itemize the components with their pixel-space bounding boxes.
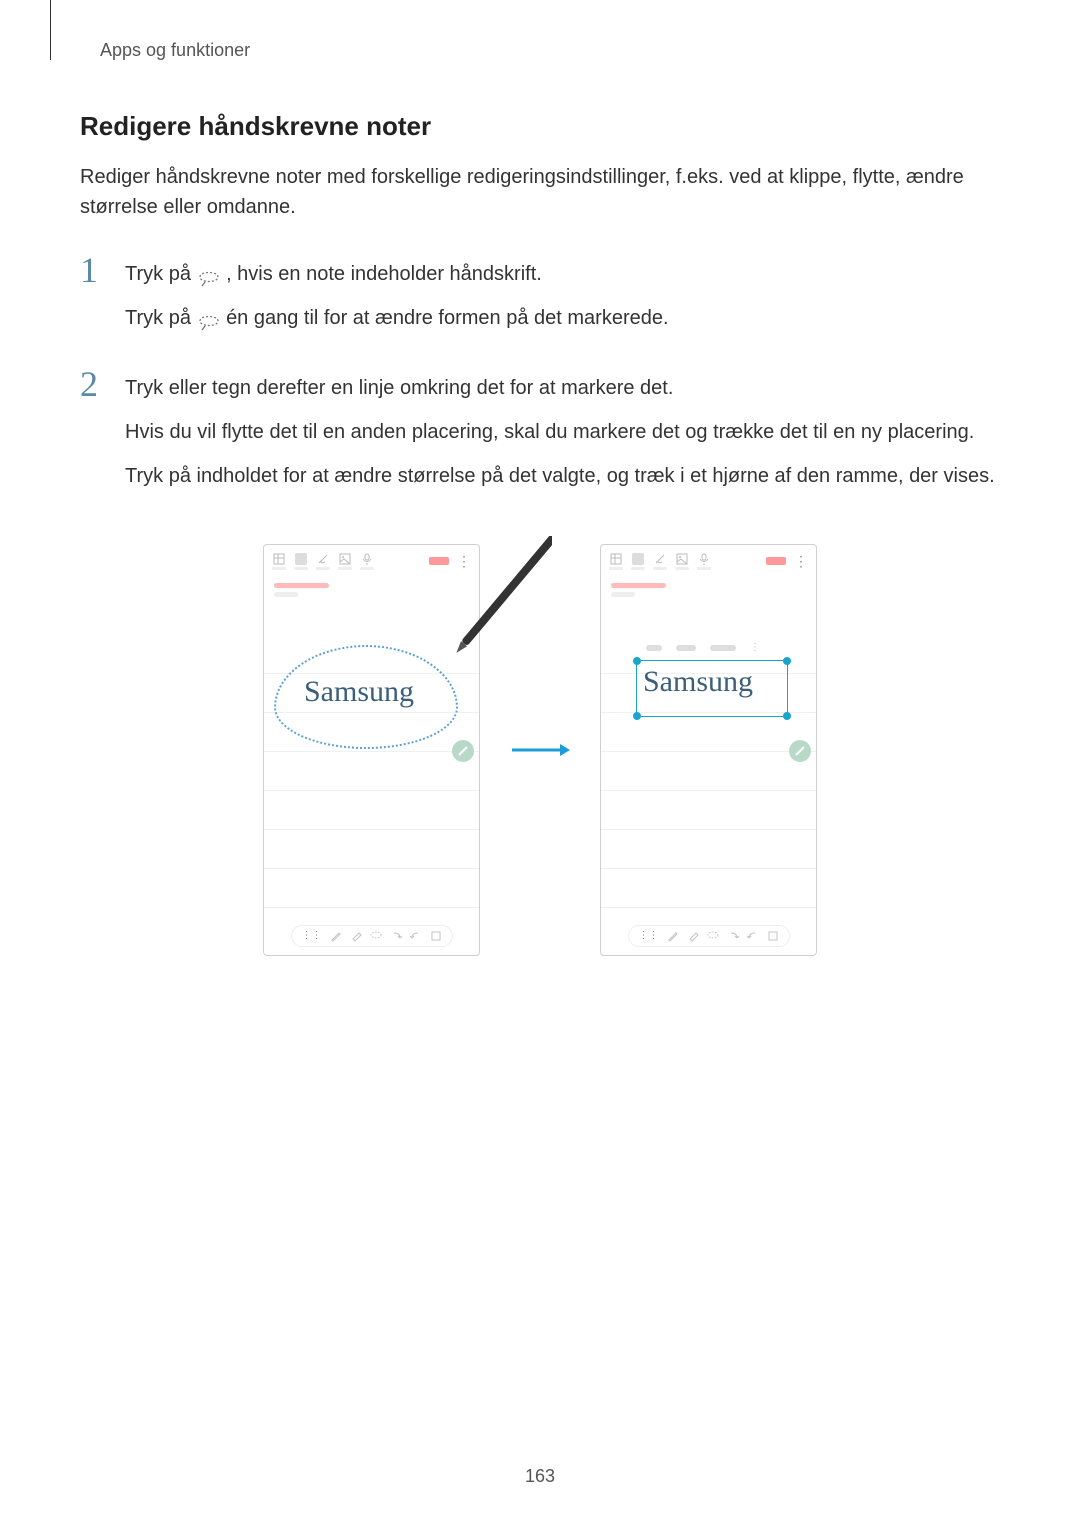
keypad-icon	[272, 553, 286, 570]
step-number: 2	[80, 366, 120, 402]
step-line: Tryk på indholdet for at ændre størrelse…	[125, 460, 1000, 492]
context-menu-item	[646, 645, 662, 651]
fullscreen-icon	[430, 930, 442, 942]
screen-wrapper-left: ⋮ Samsung ⋮⋮	[263, 544, 480, 956]
edit-fab	[789, 740, 811, 762]
page-number: 163	[0, 1466, 1080, 1487]
header-rule	[50, 0, 51, 60]
drag-handle-icon: ⋮⋮	[639, 931, 659, 941]
redo-icon	[747, 930, 759, 942]
text-fragment: Tryk på	[125, 307, 197, 329]
save-button	[429, 557, 449, 565]
context-menu-item	[676, 645, 696, 651]
category-bar	[274, 583, 329, 588]
brush-icon	[316, 553, 330, 570]
illustration-row: ⋮ Samsung ⋮⋮	[80, 544, 1000, 956]
redo-icon	[410, 930, 422, 942]
step-body: Tryk på , hvis en note indeholder håndsk…	[125, 252, 1000, 346]
title-placeholder	[274, 592, 298, 597]
brush-icon	[653, 553, 667, 570]
lasso-tool-icon	[370, 930, 382, 942]
title-placeholder	[611, 592, 635, 597]
bottom-toolbar: ⋮⋮	[628, 925, 790, 947]
note-screen-after: ⋮ ⋮ Samsung ⋮⋮	[600, 544, 817, 956]
keypad-icon	[609, 553, 623, 570]
bottom-toolbar: ⋮⋮	[291, 925, 453, 947]
eraser-icon	[687, 930, 699, 942]
context-more-icon: ⋮	[750, 642, 760, 653]
step-2: 2 Tryk eller tegn derefter en linje omkr…	[80, 366, 1000, 504]
step-line: Tryk eller tegn derefter en linje omkrin…	[125, 372, 1000, 404]
step-number: 1	[80, 252, 120, 288]
mic-icon	[697, 553, 711, 570]
context-menu-item	[710, 645, 736, 651]
arrow-right-icon	[510, 740, 570, 760]
step-line: Hvis du vil flytte det til en anden plac…	[125, 416, 1000, 448]
image-icon	[338, 553, 352, 570]
lasso-select-icon	[197, 309, 221, 329]
topbar: ⋮	[601, 545, 816, 577]
drag-handle-icon: ⋮⋮	[302, 931, 322, 941]
intro-paragraph: Rediger håndskrevne noter med forskellig…	[80, 162, 1000, 222]
text-fragment: , hvis en note indeholder håndskrift.	[226, 263, 542, 285]
step-body: Tryk eller tegn derefter en linje omkrin…	[125, 366, 1000, 504]
image-icon	[675, 553, 689, 570]
lasso-select-icon	[197, 265, 221, 285]
handwriting-sample: Samsung	[643, 665, 753, 699]
breadcrumb: Apps og funktioner	[100, 40, 1000, 61]
more-icon: ⋮	[457, 554, 471, 568]
pen-tool-icon	[330, 930, 342, 942]
pen-icon	[631, 553, 645, 570]
text-fragment: Tryk på	[125, 263, 197, 285]
category-bar	[611, 583, 666, 588]
topbar: ⋮	[264, 545, 479, 577]
undo-icon	[727, 930, 739, 942]
lasso-tool-icon	[707, 930, 719, 942]
document-page: Apps og funktioner Redigere håndskrevne …	[0, 0, 1080, 1527]
more-icon: ⋮	[794, 554, 808, 568]
fullscreen-icon	[767, 930, 779, 942]
mic-icon	[360, 553, 374, 570]
step-line: Tryk på én gang til for at ændre formen …	[125, 302, 1000, 334]
eraser-icon	[350, 930, 362, 942]
page-heading: Redigere håndskrevne noter	[80, 111, 1000, 142]
text-fragment: én gang til for at ændre formen på det m…	[226, 307, 668, 329]
context-menu: ⋮	[646, 642, 760, 653]
edit-fab	[452, 740, 474, 762]
save-button	[766, 557, 786, 565]
pen-icon	[294, 553, 308, 570]
note-screen-before: ⋮ Samsung ⋮⋮	[263, 544, 480, 956]
undo-icon	[390, 930, 402, 942]
step-line: Tryk på , hvis en note indeholder håndsk…	[125, 258, 1000, 290]
step-1: 1 Tryk på , hvis en note indeholder hånd…	[80, 252, 1000, 346]
handwriting-sample: Samsung	[304, 675, 414, 709]
pen-tool-icon	[667, 930, 679, 942]
